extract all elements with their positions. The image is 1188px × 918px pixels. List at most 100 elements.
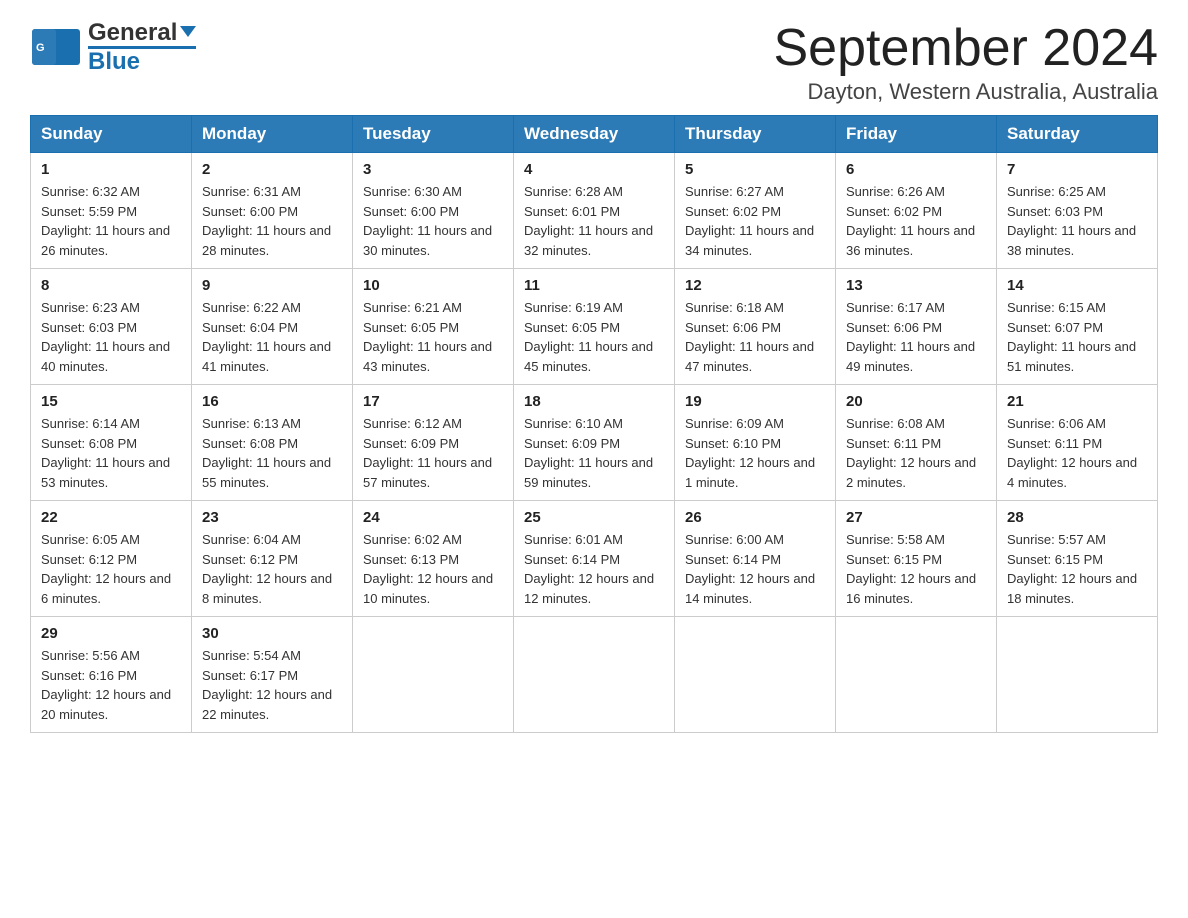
daylight-text: Daylight: 12 hours and 2 minutes. (846, 455, 976, 490)
day-number: 23 (202, 509, 342, 526)
calendar-cell: 26 Sunrise: 6:00 AM Sunset: 6:14 PM Dayl… (675, 501, 836, 617)
day-number: 18 (524, 393, 664, 410)
sunrise-text: Sunrise: 6:01 AM (524, 532, 623, 547)
day-number: 7 (1007, 161, 1147, 178)
sunrise-text: Sunrise: 6:32 AM (41, 184, 140, 199)
sunset-text: Sunset: 6:10 PM (685, 436, 781, 451)
calendar-cell (514, 617, 675, 733)
day-info: Sunrise: 6:05 AM Sunset: 6:12 PM Dayligh… (41, 530, 181, 608)
day-info: Sunrise: 6:21 AM Sunset: 6:05 PM Dayligh… (363, 298, 503, 376)
day-info: Sunrise: 6:28 AM Sunset: 6:01 PM Dayligh… (524, 182, 664, 260)
sunset-text: Sunset: 6:09 PM (363, 436, 459, 451)
daylight-text: Daylight: 11 hours and 55 minutes. (202, 455, 331, 490)
day-number: 14 (1007, 277, 1147, 294)
daylight-text: Daylight: 11 hours and 38 minutes. (1007, 223, 1136, 258)
day-number: 17 (363, 393, 503, 410)
day-info: Sunrise: 6:32 AM Sunset: 5:59 PM Dayligh… (41, 182, 181, 260)
day-number: 22 (41, 509, 181, 526)
sunrise-text: Sunrise: 6:09 AM (685, 416, 784, 431)
sunset-text: Sunset: 6:14 PM (685, 552, 781, 567)
day-number: 11 (524, 277, 664, 294)
sunset-text: Sunset: 6:05 PM (363, 320, 459, 335)
day-number: 6 (846, 161, 986, 178)
sunrise-text: Sunrise: 6:02 AM (363, 532, 462, 547)
sunrise-text: Sunrise: 6:21 AM (363, 300, 462, 315)
daylight-text: Daylight: 11 hours and 28 minutes. (202, 223, 331, 258)
day-number: 29 (41, 625, 181, 642)
sunrise-text: Sunrise: 6:19 AM (524, 300, 623, 315)
daylight-text: Daylight: 11 hours and 36 minutes. (846, 223, 975, 258)
day-info: Sunrise: 5:57 AM Sunset: 6:15 PM Dayligh… (1007, 530, 1147, 608)
sunset-text: Sunset: 6:15 PM (1007, 552, 1103, 567)
sunset-text: Sunset: 6:13 PM (363, 552, 459, 567)
sunset-text: Sunset: 6:03 PM (41, 320, 137, 335)
day-info: Sunrise: 6:15 AM Sunset: 6:07 PM Dayligh… (1007, 298, 1147, 376)
day-info: Sunrise: 6:30 AM Sunset: 6:00 PM Dayligh… (363, 182, 503, 260)
day-info: Sunrise: 5:54 AM Sunset: 6:17 PM Dayligh… (202, 646, 342, 724)
sunset-text: Sunset: 6:06 PM (846, 320, 942, 335)
day-number: 8 (41, 277, 181, 294)
calendar-cell: 1 Sunrise: 6:32 AM Sunset: 5:59 PM Dayli… (31, 153, 192, 269)
calendar-title: September 2024 (774, 20, 1159, 77)
weekday-header-thursday: Thursday (675, 116, 836, 153)
daylight-text: Daylight: 12 hours and 22 minutes. (202, 687, 332, 722)
sunrise-text: Sunrise: 6:31 AM (202, 184, 301, 199)
day-number: 9 (202, 277, 342, 294)
day-number: 10 (363, 277, 503, 294)
day-number: 20 (846, 393, 986, 410)
day-info: Sunrise: 6:10 AM Sunset: 6:09 PM Dayligh… (524, 414, 664, 492)
sunset-text: Sunset: 6:00 PM (202, 204, 298, 219)
daylight-text: Daylight: 11 hours and 57 minutes. (363, 455, 492, 490)
sunset-text: Sunset: 6:17 PM (202, 668, 298, 683)
calendar-week-row: 22 Sunrise: 6:05 AM Sunset: 6:12 PM Dayl… (31, 501, 1158, 617)
calendar-cell (675, 617, 836, 733)
calendar-cell: 15 Sunrise: 6:14 AM Sunset: 6:08 PM Dayl… (31, 385, 192, 501)
day-number: 15 (41, 393, 181, 410)
day-info: Sunrise: 6:23 AM Sunset: 6:03 PM Dayligh… (41, 298, 181, 376)
day-info: Sunrise: 6:17 AM Sunset: 6:06 PM Dayligh… (846, 298, 986, 376)
daylight-text: Daylight: 12 hours and 16 minutes. (846, 571, 976, 606)
day-number: 2 (202, 161, 342, 178)
day-info: Sunrise: 6:09 AM Sunset: 6:10 PM Dayligh… (685, 414, 825, 492)
day-info: Sunrise: 6:04 AM Sunset: 6:12 PM Dayligh… (202, 530, 342, 608)
calendar-cell: 14 Sunrise: 6:15 AM Sunset: 6:07 PM Dayl… (997, 269, 1158, 385)
day-info: Sunrise: 6:13 AM Sunset: 6:08 PM Dayligh… (202, 414, 342, 492)
daylight-text: Daylight: 11 hours and 34 minutes. (685, 223, 814, 258)
sunrise-text: Sunrise: 6:10 AM (524, 416, 623, 431)
sunset-text: Sunset: 6:02 PM (846, 204, 942, 219)
sunrise-text: Sunrise: 6:13 AM (202, 416, 301, 431)
daylight-text: Daylight: 11 hours and 41 minutes. (202, 339, 331, 374)
logo-text-general: General (88, 20, 196, 46)
day-info: Sunrise: 6:27 AM Sunset: 6:02 PM Dayligh… (685, 182, 825, 260)
calendar-body: 1 Sunrise: 6:32 AM Sunset: 5:59 PM Dayli… (31, 153, 1158, 733)
calendar-cell (836, 617, 997, 733)
day-number: 26 (685, 509, 825, 526)
day-number: 5 (685, 161, 825, 178)
sunrise-text: Sunrise: 6:15 AM (1007, 300, 1106, 315)
day-info: Sunrise: 5:58 AM Sunset: 6:15 PM Dayligh… (846, 530, 986, 608)
logo-icon: G (30, 21, 82, 73)
calendar-cell: 9 Sunrise: 6:22 AM Sunset: 6:04 PM Dayli… (192, 269, 353, 385)
calendar-week-row: 15 Sunrise: 6:14 AM Sunset: 6:08 PM Dayl… (31, 385, 1158, 501)
calendar-week-row: 8 Sunrise: 6:23 AM Sunset: 6:03 PM Dayli… (31, 269, 1158, 385)
calendar-cell: 18 Sunrise: 6:10 AM Sunset: 6:09 PM Dayl… (514, 385, 675, 501)
sunset-text: Sunset: 6:16 PM (41, 668, 137, 683)
sunset-text: Sunset: 6:12 PM (41, 552, 137, 567)
day-info: Sunrise: 6:31 AM Sunset: 6:00 PM Dayligh… (202, 182, 342, 260)
day-info: Sunrise: 6:12 AM Sunset: 6:09 PM Dayligh… (363, 414, 503, 492)
day-info: Sunrise: 6:18 AM Sunset: 6:06 PM Dayligh… (685, 298, 825, 376)
daylight-text: Daylight: 11 hours and 30 minutes. (363, 223, 492, 258)
daylight-text: Daylight: 11 hours and 47 minutes. (685, 339, 814, 374)
day-number: 21 (1007, 393, 1147, 410)
weekday-header-tuesday: Tuesday (353, 116, 514, 153)
sunset-text: Sunset: 6:04 PM (202, 320, 298, 335)
sunrise-text: Sunrise: 6:12 AM (363, 416, 462, 431)
sunrise-text: Sunrise: 6:06 AM (1007, 416, 1106, 431)
day-number: 19 (685, 393, 825, 410)
day-info: Sunrise: 6:08 AM Sunset: 6:11 PM Dayligh… (846, 414, 986, 492)
calendar-cell: 13 Sunrise: 6:17 AM Sunset: 6:06 PM Dayl… (836, 269, 997, 385)
sunrise-text: Sunrise: 6:04 AM (202, 532, 301, 547)
calendar-cell: 12 Sunrise: 6:18 AM Sunset: 6:06 PM Dayl… (675, 269, 836, 385)
day-number: 13 (846, 277, 986, 294)
sunrise-text: Sunrise: 6:08 AM (846, 416, 945, 431)
